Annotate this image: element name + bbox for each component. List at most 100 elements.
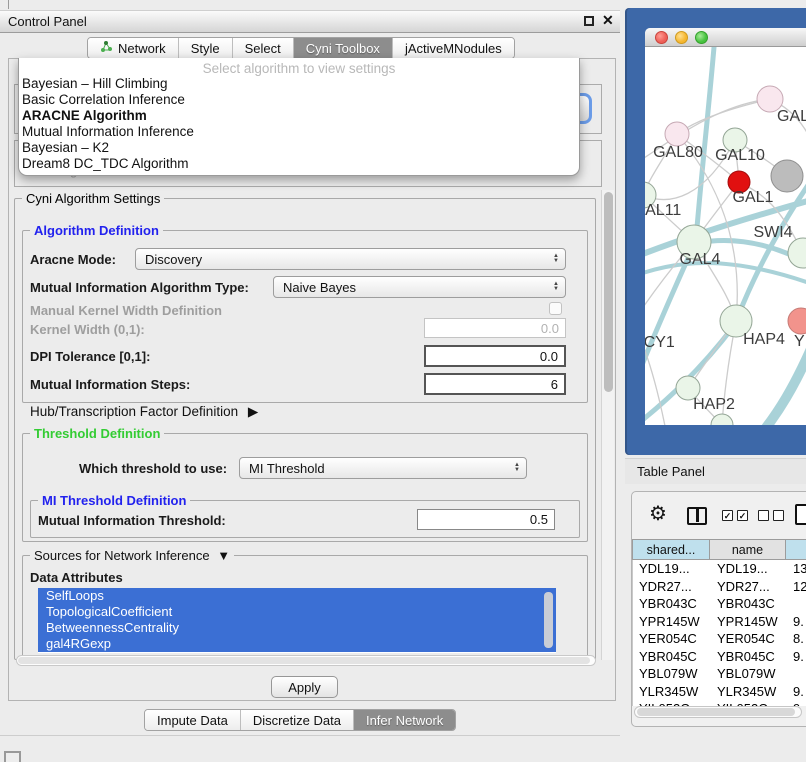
deselect-all-columns-icon[interactable] [758, 510, 784, 521]
new-table-icon[interactable] [795, 504, 806, 525]
tab-select[interactable]: Select [232, 38, 293, 58]
settings-vscrollbar-thumb[interactable] [604, 192, 613, 392]
sources-hscrollbar-thumb[interactable] [18, 657, 590, 664]
collapsed-arrow-icon: ▶ [248, 404, 258, 419]
network-node-y[interactable] [788, 308, 806, 334]
tab-style[interactable]: Style [178, 38, 232, 58]
table-cell: YBL079W [711, 665, 787, 683]
table-cell: YPR145W [633, 613, 711, 631]
minimize-traffic-light[interactable] [675, 31, 688, 44]
tab-discretize-data[interactable]: Discretize Data [240, 710, 353, 730]
network-window[interactable]: GALGAL80GAL10GAL1GAL11GAL4SWI4GCY1HAP4YH… [645, 28, 806, 425]
kernel-width-field[interactable]: 0.0 [424, 318, 566, 338]
dpi-tolerance-field[interactable]: 0.0 [424, 345, 566, 367]
data-attributes-list[interactable]: SelfLoopsTopologicalCoefficientBetweenne… [38, 588, 556, 653]
mi-steps-field[interactable]: 6 [424, 373, 566, 395]
algorithm-option[interactable]: Mutual Information Inference [19, 124, 579, 140]
aracne-mode-combo[interactable]: Discovery ▲▼ [135, 248, 566, 270]
tab-impute-data[interactable]: Impute Data [145, 710, 240, 730]
tab-infer-network[interactable]: Infer Network [353, 710, 455, 730]
mi-type-label: Mutual Information Algorithm Type: [30, 280, 249, 295]
close-traffic-light[interactable] [655, 31, 668, 44]
zoom-traffic-light[interactable] [695, 31, 708, 44]
tab-jactivemnodules[interactable]: jActiveMNodules [392, 38, 514, 58]
column-header[interactable]: shared... [632, 539, 710, 560]
table-cell: YER054C [633, 630, 711, 648]
tab-label: Network [118, 41, 166, 56]
split-columns-icon[interactable] [687, 507, 707, 525]
table-cell: YER054C [711, 630, 787, 648]
table-cell: YPR145W [711, 613, 787, 631]
table-row[interactable]: YBR045CYBR045C9. [633, 648, 806, 666]
network-node[interactable] [771, 160, 803, 192]
which-threshold-combo[interactable]: MI Threshold ▲▼ [239, 457, 527, 479]
table-panel-title: Table Panel [637, 464, 705, 479]
manual-kernel-label: Manual Kernel Width Definition [30, 303, 222, 318]
sources-legend[interactable]: Sources for Network Inference ▼ [30, 548, 234, 563]
table-row[interactable]: YER054CYER054C8. [633, 630, 806, 648]
settings-vscrollbar[interactable] [601, 190, 614, 660]
mi-steps-label: Mutual Information Steps: [30, 377, 190, 392]
network-edge-strong[interactable] [696, 47, 715, 239]
table-hscrollbar[interactable] [634, 706, 802, 718]
table-cell: 8. [787, 630, 806, 648]
network-window-titlebar[interactable] [645, 28, 806, 47]
mi-threshold-label: Mutual Information Threshold: [38, 513, 226, 528]
attribute-item[interactable]: BetweennessCentrality [38, 620, 556, 636]
algorithm-option[interactable]: Bayesian – K2 [19, 140, 579, 156]
collapsed-panel-button[interactable] [4, 751, 21, 762]
table-cell: 12 [787, 578, 806, 596]
column-header[interactable]: name [710, 539, 786, 560]
attribute-item[interactable]: gal4RGexp [38, 636, 556, 652]
table-cell: YBR043C [633, 595, 711, 613]
algorithm-option[interactable]: Dream8 DC_TDC Algorithm [19, 156, 579, 172]
table-row[interactable]: YPR145WYPR145W9. [633, 613, 806, 631]
control-panel-titlebar[interactable] [0, 10, 620, 33]
table-row[interactable]: YDL19...YDL19...13 [633, 560, 806, 578]
tab-label: Style [191, 41, 220, 56]
network-canvas[interactable]: GALGAL80GAL10GAL1GAL11GAL4SWI4GCY1HAP4YH… [645, 47, 806, 425]
apply-button[interactable]: Apply [271, 676, 338, 698]
attribute-item[interactable]: SelfLoops [38, 588, 556, 604]
node-label: GAL4 [680, 251, 721, 268]
network-edge-strong[interactable] [645, 263, 806, 285]
attribute-item[interactable]: TopologicalCoefficient [38, 604, 556, 620]
column-header[interactable]: A [786, 539, 806, 560]
gear-icon[interactable]: ⚙ [649, 504, 667, 524]
algorithm-dropdown-popup: Select algorithm to view settings Bayesi… [18, 58, 580, 176]
network-node-swi4[interactable] [788, 238, 806, 268]
table-row[interactable]: YDR27...YDR27...12 [633, 578, 806, 596]
threshold-definition-legend: Threshold Definition [30, 426, 164, 441]
table-body: YDL19...YDL19...13YDR27...YDR27...12YBR0… [632, 560, 806, 706]
table-row[interactable]: YBL079WYBL079W [633, 665, 806, 683]
manual-kernel-checkbox[interactable] [549, 302, 562, 315]
node-label: HAP2 [693, 396, 735, 413]
hub-definition-toggle[interactable]: Hub/Transcription Factor Definition ▶ [30, 404, 258, 420]
select-all-columns-icon[interactable]: ✓ ✓ [722, 510, 748, 521]
attributes-scrollbar-thumb[interactable] [544, 592, 553, 648]
table-row[interactable]: YBR043CYBR043C [633, 595, 806, 613]
mi-threshold-field[interactable]: 0.5 [417, 509, 555, 530]
data-attributes-label: Data Attributes [30, 570, 123, 585]
sources-hscrollbar[interactable] [16, 655, 596, 666]
tab-label: jActiveMNodules [405, 41, 502, 56]
node-label: GCY1 [645, 334, 675, 351]
algorithm-option[interactable]: ARACNE Algorithm [19, 108, 579, 124]
cyni-settings-legend: Cyni Algorithm Settings [22, 191, 164, 206]
table-cell: YDL19... [633, 560, 711, 578]
node-label: GAL11 [645, 202, 681, 219]
mi-type-combo[interactable]: Naive Bayes ▲▼ [273, 276, 566, 298]
close-icon[interactable]: ✕ [602, 13, 614, 27]
network-edge[interactable] [677, 99, 770, 134]
float-window-icon[interactable] [584, 16, 594, 26]
algorithm-option[interactable]: Bayesian – Hill Climbing [19, 76, 579, 92]
tab-network[interactable]: Network [88, 38, 178, 58]
tab-cyni-toolbox[interactable]: Cyni Toolbox [293, 38, 392, 58]
table-hscrollbar-thumb[interactable] [637, 708, 795, 716]
table-cell: YBR045C [711, 648, 787, 666]
dpi-tolerance-label: DPI Tolerance [0,1]: [30, 349, 150, 364]
algorithm-option[interactable]: Basic Correlation Inference [19, 92, 579, 108]
network-node[interactable] [711, 414, 733, 425]
network-node-gal80[interactable] [665, 122, 689, 146]
table-row[interactable]: YLR345WYLR345W9. [633, 683, 806, 701]
